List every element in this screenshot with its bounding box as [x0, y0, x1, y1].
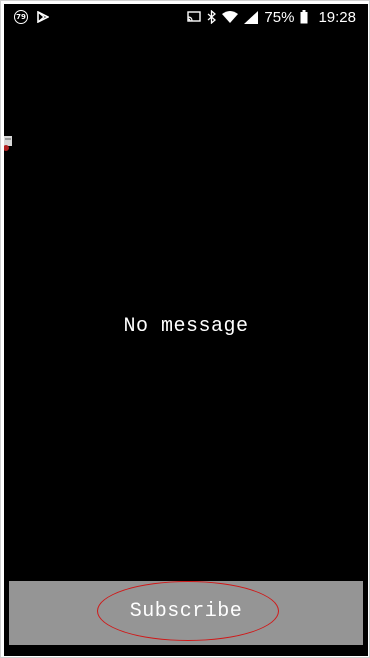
partial-app-icon	[4, 134, 13, 152]
notification-count-icon: 79	[14, 10, 28, 24]
battery-percent: 75%	[264, 8, 295, 26]
subscribe-button[interactable]: Subscribe	[9, 581, 363, 645]
cast-icon	[187, 11, 202, 23]
play-store-icon	[37, 11, 49, 23]
signal-icon	[244, 10, 259, 24]
status-bar-right: 75% 19:28	[187, 7, 356, 27]
status-bar: 79 75% 19:28	[4, 4, 368, 30]
subscribe-label: Subscribe	[129, 600, 243, 623]
bluetooth-icon	[207, 10, 217, 24]
wifi-icon	[222, 11, 239, 23]
app-screen: 79 75% 19:28 No message Subscribe	[4, 4, 368, 656]
device-frame: 79 75% 19:28 No message Subscribe	[0, 0, 370, 658]
empty-message: No message	[123, 315, 249, 338]
battery-icon	[300, 10, 308, 24]
status-bar-left: 79	[14, 8, 49, 26]
clock: 19:28	[318, 8, 356, 26]
